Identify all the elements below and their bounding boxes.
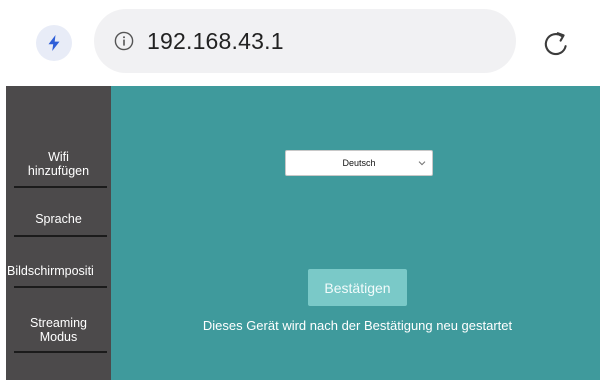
chevron-down-icon [418, 161, 426, 166]
sidebar-item-screen-position[interactable]: Bildschirmpositi [6, 260, 112, 282]
main-panel: Deutsch Bestätigen Dieses Gerät wird nac… [111, 86, 600, 380]
browser-toolbar: 192.168.43.1 [0, 0, 600, 86]
sidebar-item-label: Streaming [30, 316, 87, 330]
bolt-icon[interactable] [36, 25, 72, 61]
sidebar-divider [14, 186, 107, 188]
url-text: 192.168.43.1 [147, 27, 284, 54]
reload-icon[interactable] [536, 24, 576, 64]
restart-note: Dieses Gerät wird nach der Bestätigung n… [202, 318, 513, 333]
address-bar[interactable]: 192.168.43.1 [94, 9, 516, 73]
sidebar-divider [14, 286, 107, 288]
sidebar-item-label: Modus [39, 330, 78, 344]
info-icon[interactable] [113, 30, 135, 52]
sidebar-item-language[interactable]: Sprache [6, 208, 111, 230]
sidebar-item-wifi[interactable]: Wifi hinzufügen [6, 144, 111, 184]
confirm-button[interactable]: Bestätigen [308, 269, 407, 306]
sidebar-item-label: Sprache [35, 212, 82, 226]
language-select-value: Deutsch [342, 158, 376, 168]
sidebar-item-label: Bildschirmpositi [7, 264, 94, 278]
sidebar-item-streaming-mode[interactable]: Streaming Modus [6, 312, 111, 348]
sidebar-item-label: Wifi [48, 150, 69, 164]
sidebar-divider [14, 235, 107, 237]
sidebar-item-label: hinzufügen [27, 164, 90, 178]
language-select[interactable]: Deutsch [285, 150, 433, 176]
sidebar-divider [14, 351, 107, 353]
sidebar: Wifi hinzufügen Sprache Bildschirmpositi… [6, 86, 111, 380]
